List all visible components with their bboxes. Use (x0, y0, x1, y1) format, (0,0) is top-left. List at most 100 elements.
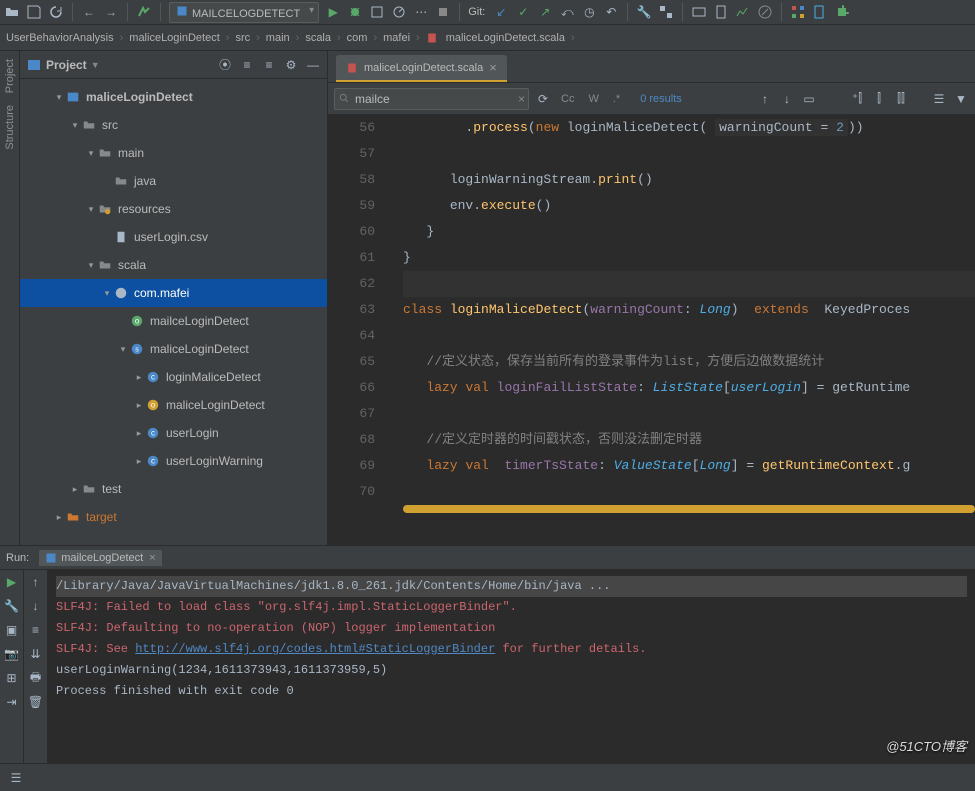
chevron-down-icon[interactable]: ▼ (91, 60, 100, 70)
hide-icon[interactable]: — (305, 57, 321, 73)
git-push-icon[interactable]: ↗ (537, 4, 553, 20)
run-title: Run: (6, 552, 29, 564)
tree-item-loginMaliceDetect[interactable]: ▸cloginMaliceDetect (20, 363, 327, 391)
search-input[interactable] (334, 88, 529, 110)
tree-item-test[interactable]: ▸test (20, 475, 327, 503)
camera-icon[interactable]: 📷 (4, 646, 20, 662)
words-toggle[interactable]: W (584, 91, 602, 107)
exit-icon[interactable]: ⇥ (4, 694, 20, 710)
attach-icon[interactable]: ⋯ (413, 4, 429, 20)
tree-item-scala[interactable]: ▾scala (20, 251, 327, 279)
save-icon[interactable] (26, 4, 42, 20)
crumb-malicelogindetect[interactable]: maliceLoginDetect (129, 32, 220, 44)
tree-item-maliceLoginDetect[interactable]: ▾smaliceLoginDetect (20, 335, 327, 363)
crumb-malicelogindetect.scala[interactable]: maliceLoginDetect.scala (446, 32, 565, 44)
settings-icon[interactable]: 🔧 (4, 598, 20, 614)
tree-item-maliceLoginDetect[interactable]: ▸omaliceLoginDetect (20, 391, 327, 419)
git-clock-icon[interactable]: ◷ (581, 4, 597, 20)
tree-item-userLogin[interactable]: ▸cuserLogin (20, 419, 327, 447)
breadcrumb: UserBehaviorAnalysis›maliceLoginDetect›s… (0, 25, 975, 51)
tree-item-java[interactable]: java (20, 167, 327, 195)
project-tree[interactable]: ▾maliceLoginDetect▾src▾mainjava▾resource… (20, 79, 327, 545)
git-rollback-icon[interactable]: ↶ (603, 4, 619, 20)
tool-project[interactable]: Project (4, 55, 16, 97)
layout-icon[interactable]: ⊞ (4, 670, 20, 686)
match-case-toggle[interactable]: Cc (557, 91, 578, 107)
clear-icon[interactable]: × (518, 92, 525, 106)
code-area[interactable]: 565758596061626364656667686970 .process(… (328, 115, 975, 545)
down-icon[interactable]: ↓ (28, 598, 44, 614)
close-icon[interactable]: × (489, 60, 497, 75)
refresh-icon[interactable] (48, 4, 64, 20)
prev-occurrence-icon[interactable]: ↑ (757, 91, 773, 107)
chart-icon[interactable] (735, 4, 751, 20)
tree-item-src[interactable]: ▾src (20, 111, 327, 139)
run-tab-label[interactable]: mailceLogDetect (61, 552, 143, 564)
scroll-icon[interactable]: ⇊ (28, 646, 44, 662)
console-output[interactable]: /Library/Java/JavaVirtualMachines/jdk1.8… (48, 570, 975, 763)
crumb-main[interactable]: main (266, 32, 290, 44)
puzzle-icon[interactable] (834, 4, 850, 20)
debug-icon[interactable] (347, 4, 363, 20)
remove-selection-icon[interactable]: ⫿ (871, 91, 887, 107)
watermark: @51CTO博客 (886, 736, 967, 755)
tool-structure[interactable]: Structure (4, 101, 16, 154)
build-icon[interactable] (136, 4, 152, 20)
stop-icon[interactable] (435, 4, 451, 20)
tree-item-resources[interactable]: ▾resources (20, 195, 327, 223)
print-icon[interactable]: 🖶 (28, 670, 44, 686)
rerun-icon[interactable]: ▶ (4, 574, 20, 590)
select-all-icon[interactable]: ▭ (801, 91, 817, 107)
crumb-scala[interactable]: scala (305, 32, 331, 44)
profile-icon[interactable] (391, 4, 407, 20)
forward-icon[interactable]: → (103, 4, 119, 20)
clear-icon[interactable]: 🗑 (28, 694, 44, 710)
git-update-icon[interactable]: ↙ (493, 4, 509, 20)
horizontal-scrollbar[interactable] (403, 505, 975, 513)
tree-item-maliceLoginDetect[interactable]: ▾maliceLoginDetect (20, 83, 327, 111)
coverage-icon[interactable] (369, 4, 385, 20)
tab-malicelogin[interactable]: maliceLoginDetect.scala × (336, 55, 507, 82)
screenshot-icon[interactable] (691, 4, 707, 20)
editor: maliceLoginDetect.scala × × ⟳ Cc W .* 0 … (328, 51, 975, 545)
up-icon[interactable]: ↑ (28, 574, 44, 590)
back-icon[interactable]: ← (81, 4, 97, 20)
add-selection-icon[interactable]: ⁺⫿ (849, 91, 865, 107)
tree-item-mailceLoginDetect[interactable]: omailceLoginDetect (20, 307, 327, 335)
expand-icon[interactable]: ≡ (239, 57, 255, 73)
crumb-userbehavioranalysis[interactable]: UserBehaviorAnalysis (6, 32, 114, 44)
wrap-icon[interactable]: ≡ (28, 622, 44, 638)
wrench-icon[interactable]: 🔧 (636, 4, 652, 20)
collapse-icon[interactable]: ≡ (261, 57, 277, 73)
gear-icon[interactable]: ⚙ (283, 57, 299, 73)
run-icon[interactable]: ▶ (325, 4, 341, 20)
options-icon[interactable]: ☰ (931, 91, 947, 107)
select-all-occ-icon[interactable]: ⫿⫿ (893, 91, 909, 107)
cancel-icon[interactable] (757, 4, 773, 20)
filter-history-icon[interactable]: ⟳ (535, 91, 551, 107)
tree-item-userLogin-csv[interactable]: userLogin.csv (20, 223, 327, 251)
run-config-dropdown[interactable]: MAILCELOGDETECT (169, 2, 319, 23)
crumb-com[interactable]: com (347, 32, 368, 44)
close-run-tab-icon[interactable]: × (149, 552, 155, 564)
bottom-menu-icon[interactable]: ☰ (8, 770, 24, 786)
avd-icon[interactable] (713, 4, 729, 20)
stop-run-icon[interactable]: ▣ (4, 622, 20, 638)
tree-item-target[interactable]: ▸target (20, 503, 327, 531)
target-icon[interactable]: ⦿ (217, 57, 233, 73)
tree-item-userLoginWarning[interactable]: ▸cuserLoginWarning (20, 447, 327, 475)
git-history-icon[interactable]: ⤺ (559, 4, 575, 20)
structure-icon[interactable] (658, 4, 674, 20)
crumb-mafei[interactable]: mafei (383, 32, 410, 44)
git-commit-icon[interactable]: ✓ (515, 4, 531, 20)
tree-item-main[interactable]: ▾main (20, 139, 327, 167)
grid-icon[interactable] (790, 4, 806, 20)
next-occurrence-icon[interactable]: ↓ (779, 91, 795, 107)
device-icon[interactable] (812, 4, 828, 20)
open-icon[interactable] (4, 4, 20, 20)
crumb-src[interactable]: src (235, 32, 250, 44)
tree-item-com-mafei[interactable]: ▾com.mafei (20, 279, 327, 307)
funnel-icon[interactable]: ▼ (953, 91, 969, 107)
panel-title: Project (46, 58, 87, 72)
regex-toggle[interactable]: .* (609, 91, 624, 107)
